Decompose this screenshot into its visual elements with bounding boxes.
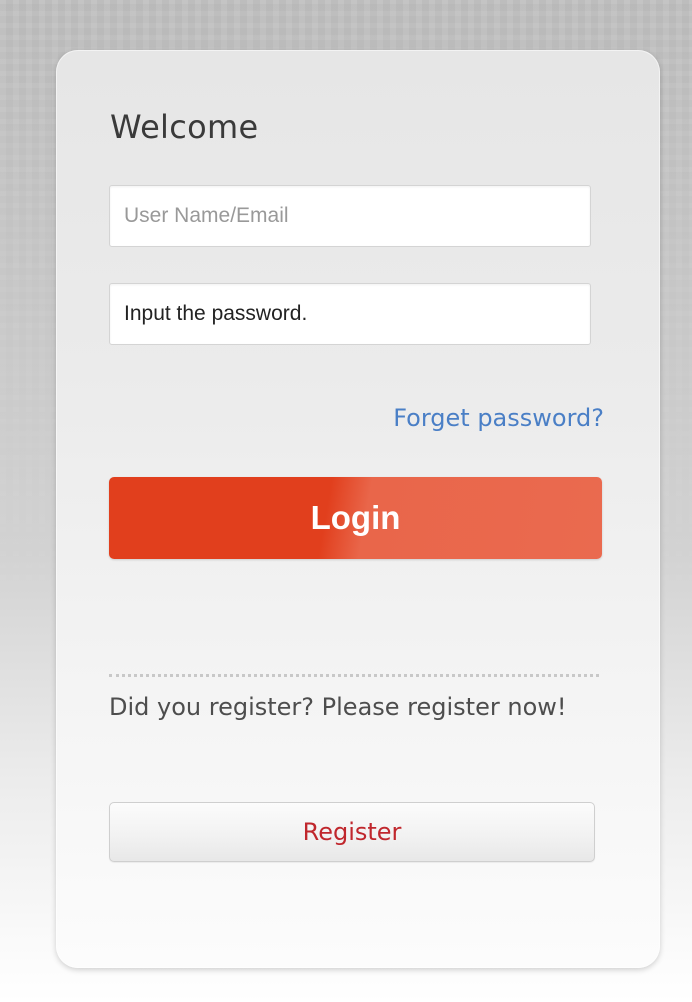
forget-password-link[interactable]: Forget password? bbox=[393, 404, 604, 432]
register-prompt: Did you register? Please register now! bbox=[109, 693, 567, 721]
register-button[interactable]: Register bbox=[109, 802, 595, 862]
login-button[interactable]: Login bbox=[109, 477, 602, 559]
page-title: Welcome bbox=[110, 108, 259, 146]
dotted-divider bbox=[109, 674, 599, 677]
username-input[interactable] bbox=[109, 185, 591, 247]
password-input[interactable] bbox=[109, 283, 591, 345]
